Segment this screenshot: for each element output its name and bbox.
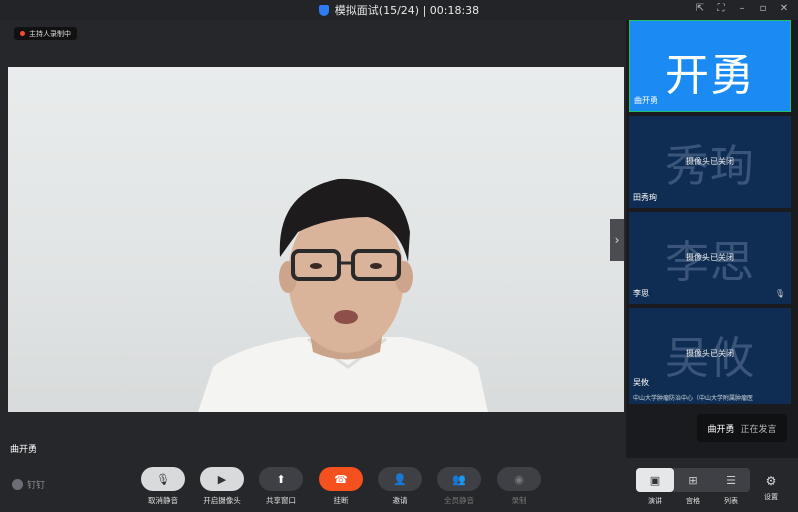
window-controls: ⇱ ⛶ – ▫ ✕ xyxy=(694,3,790,14)
maximize-icon[interactable]: ▫ xyxy=(757,3,769,14)
fullscreen-icon[interactable]: ⛶ xyxy=(715,3,727,14)
meeting-toolbar: 钉钉 🎙 取消静音 ▶ 开启摄像头 ⬆ 共享窗口 ☎ 挂断 👤 邀请 👥 全员静… xyxy=(0,458,798,512)
speaker-video-image xyxy=(198,178,488,412)
participant-sidebar: ︿ 开勇 曲开勇 秀珣 摄像头已关闭 田秀珣 李思 摄像头已关闭 李思 🎙 吴攸… xyxy=(626,20,798,458)
add-user-icon: 👤 xyxy=(378,467,422,491)
speaking-toast: 曲开勇 正在发言 xyxy=(697,414,787,442)
dingtalk-logo-icon xyxy=(12,479,23,490)
gallery-view-icon[interactable]: ⊞ xyxy=(674,468,712,492)
invite-label: 邀请 xyxy=(392,496,408,505)
camera-off-label: 摄像头已关闭 xyxy=(686,157,734,166)
speaker-view-label: 演讲 xyxy=(648,497,662,505)
camera-on-label: 开启摄像头 xyxy=(203,496,241,505)
main-speaker-name: 曲开勇 xyxy=(10,445,38,455)
camera-off-label: 摄像头已关闭 xyxy=(686,253,734,262)
participant-name: 田秀珣 xyxy=(633,193,657,202)
settings-label: 设置 xyxy=(764,493,778,501)
list-view-icon[interactable]: ☰ xyxy=(712,468,750,492)
camera-off-icon: ▶ xyxy=(200,467,244,491)
unmute-label: 取消静音 xyxy=(148,496,178,505)
group-mute-icon: 👥 xyxy=(437,467,481,491)
share-screen-icon: ⬆ xyxy=(259,467,303,491)
participant-tile[interactable]: 李思 摄像头已关闭 李思 🎙 xyxy=(629,212,791,304)
minimize-icon[interactable]: – xyxy=(736,3,748,14)
toast-status: 正在发言 xyxy=(740,424,777,435)
hang-up-button[interactable]: ☎ 挂断 xyxy=(319,467,363,506)
record-button[interactable]: ◉ 录制 xyxy=(497,467,541,506)
record-icon: ◉ xyxy=(497,467,541,491)
record-dot-icon xyxy=(20,31,25,36)
recording-badge: 主持人录制中 xyxy=(14,27,77,40)
mute-all-button[interactable]: 👥 全员静音 xyxy=(437,467,481,506)
main-video[interactable] xyxy=(8,67,624,412)
participant-name: 曲开勇 xyxy=(634,96,658,105)
participant-name: 李思 xyxy=(633,289,649,298)
invite-button[interactable]: 👤 邀请 xyxy=(378,467,422,506)
participant-tile[interactable]: 开勇 曲开勇 xyxy=(629,20,791,112)
record-label: 录制 xyxy=(511,496,527,505)
avatar-text: 开勇 xyxy=(665,50,755,101)
view-mode-switch: ▣ ⊞ ☰ xyxy=(636,468,750,492)
shield-icon xyxy=(318,4,329,16)
chevron-right-icon[interactable]: › xyxy=(610,219,624,261)
participant-tile[interactable]: 秀珣 摄像头已关闭 田秀珣 xyxy=(629,116,791,208)
gallery-view-label: 宫格 xyxy=(686,497,700,505)
brand-logo: 钉钉 xyxy=(12,478,45,491)
list-view-label: 列表 xyxy=(724,497,738,505)
participant-tile[interactable]: 吴攸 摄像头已关闭 吴攸 中山大学肿瘤防治中心（中山大学附属肿瘤医 xyxy=(629,308,791,404)
toast-speaker-name: 曲开勇 xyxy=(707,424,735,435)
unmute-button[interactable]: 🎙 取消静音 xyxy=(141,467,185,506)
view-mode-labels: 演讲 宫格 列表 xyxy=(636,496,750,506)
pin-icon[interactable]: ⇱ xyxy=(694,3,706,14)
mute-all-label: 全员静音 xyxy=(444,496,474,505)
brand-name: 钉钉 xyxy=(27,481,46,491)
settings-button[interactable]: ⚙ 设置 xyxy=(764,474,778,502)
camera-off-label: 摄像头已关闭 xyxy=(686,349,734,358)
meeting-title: 模拟面试(15/24) | 00:18:38 xyxy=(334,4,480,17)
recording-label: 主持人录制中 xyxy=(29,29,71,38)
close-icon[interactable]: ✕ xyxy=(778,3,790,14)
participant-org: 中山大学肿瘤防治中心（中山大学附属肿瘤医 xyxy=(633,395,754,402)
participant-name: 吴攸 xyxy=(633,378,649,387)
camera-on-button[interactable]: ▶ 开启摄像头 xyxy=(200,467,244,506)
mic-muted-icon: 🎙 xyxy=(774,289,785,298)
gear-icon: ⚙ xyxy=(765,474,777,488)
mic-off-icon: 🎙 xyxy=(141,467,185,491)
title-bar: 模拟面试(15/24) | 00:18:38 ⇱ ⛶ – ▫ ✕ xyxy=(0,0,798,20)
speaker-view-icon[interactable]: ▣ xyxy=(636,468,674,492)
hang-up-label: 挂断 xyxy=(333,496,349,505)
share-window-button[interactable]: ⬆ 共享窗口 xyxy=(259,467,303,506)
hang-up-icon: ☎ xyxy=(319,467,363,491)
share-window-label: 共享窗口 xyxy=(266,496,296,505)
